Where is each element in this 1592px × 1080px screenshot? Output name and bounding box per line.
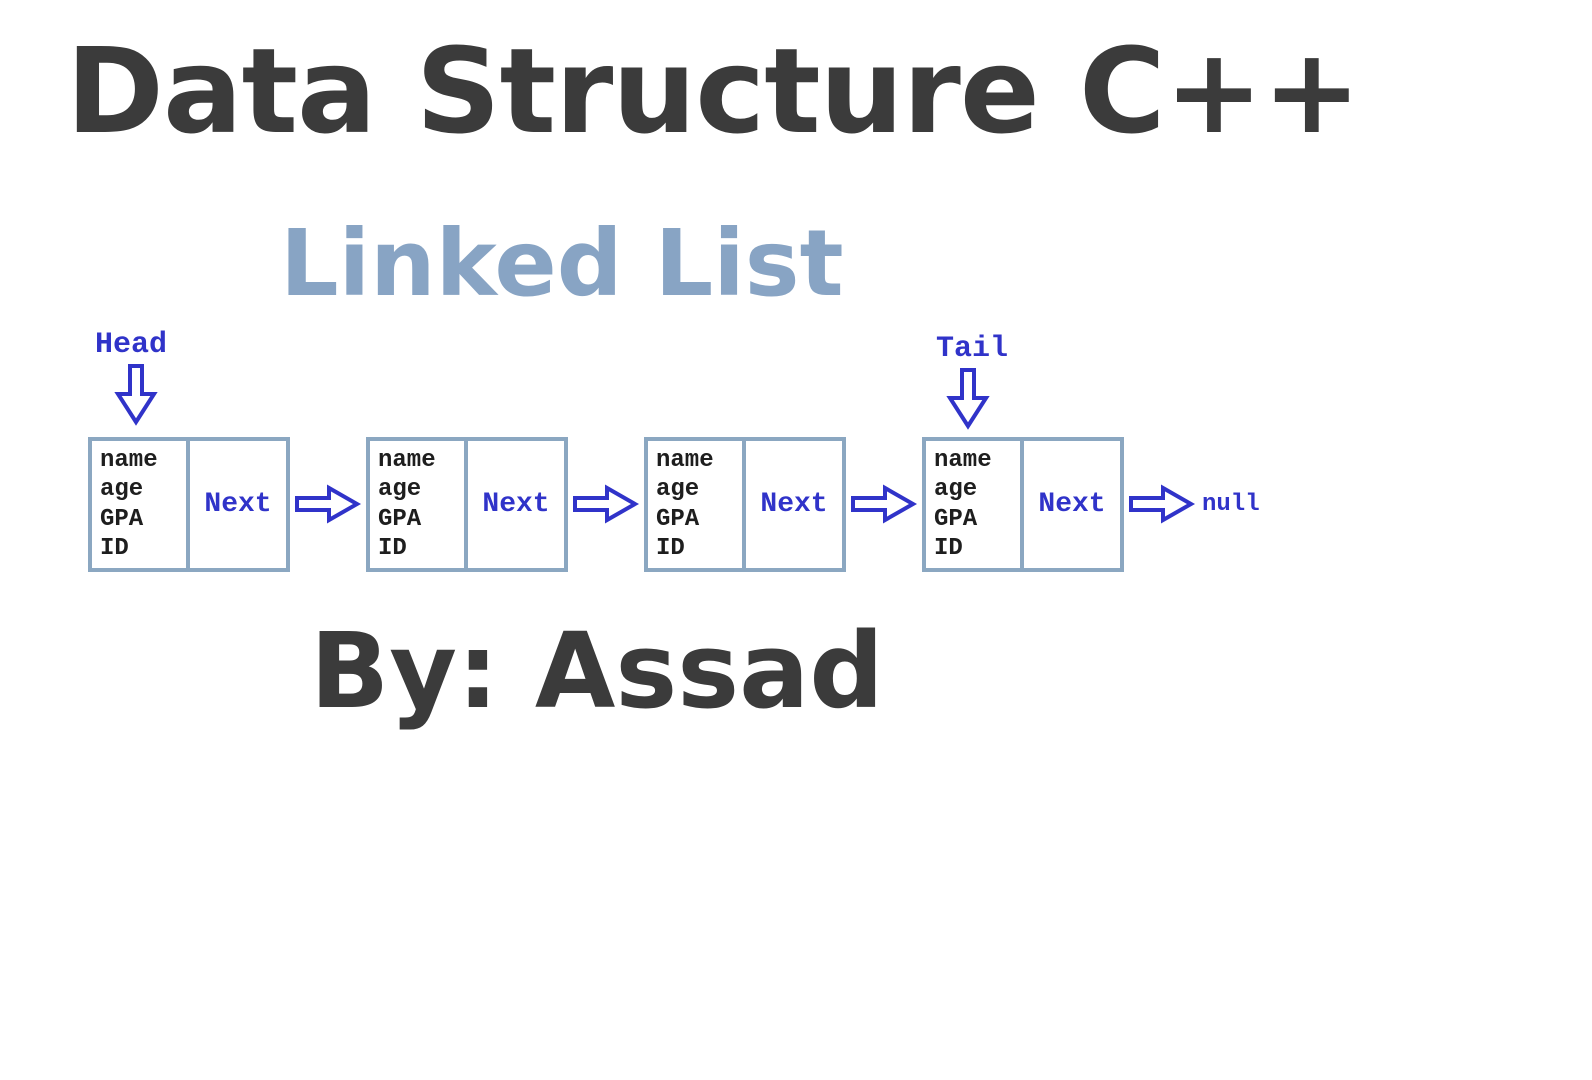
next-label: Next <box>482 489 549 520</box>
node-field: ID <box>378 535 458 563</box>
linked-list-row: name age GPA ID Next name age GPA ID <box>88 434 1260 574</box>
next-label: Next <box>204 489 271 520</box>
node-field: age <box>656 476 736 504</box>
node-next-cell: Next <box>190 437 290 572</box>
next-arrow-icon <box>848 484 920 524</box>
next-arrow-icon <box>292 484 364 524</box>
node-field: ID <box>100 535 180 563</box>
node-field: GPA <box>934 506 1014 534</box>
null-label: null <box>1202 491 1260 518</box>
next-arrow-icon <box>570 484 642 524</box>
node-field: name <box>378 447 458 475</box>
node-field: GPA <box>656 506 736 534</box>
node-field: ID <box>656 535 736 563</box>
page-title: Data Structure C++ <box>66 22 1360 160</box>
node-field: GPA <box>378 506 458 534</box>
tail-arrow-icon <box>948 368 988 426</box>
next-arrow-icon <box>1126 484 1198 524</box>
byline: By: Assad <box>310 610 884 732</box>
node-data-cell: name age GPA ID <box>366 437 468 572</box>
node-field: age <box>100 476 180 504</box>
node-field: name <box>934 447 1014 475</box>
tail-label: Tail <box>936 332 1008 366</box>
node-data-cell: name age GPA ID <box>922 437 1024 572</box>
next-label: Next <box>760 489 827 520</box>
page-subtitle: Linked List <box>280 210 844 317</box>
node-field: age <box>934 476 1014 504</box>
head-label: Head <box>95 328 167 362</box>
node-field: ID <box>934 535 1014 563</box>
next-label: Next <box>1038 489 1105 520</box>
node-next-cell: Next <box>468 437 568 572</box>
node-data-cell: name age GPA ID <box>644 437 746 572</box>
node-field: name <box>100 447 180 475</box>
node-next-cell: Next <box>1024 437 1124 572</box>
head-arrow-icon <box>116 364 156 422</box>
node-field: name <box>656 447 736 475</box>
node-field: GPA <box>100 506 180 534</box>
node-next-cell: Next <box>746 437 846 572</box>
diagram-canvas: Data Structure C++ Linked List Head Tail… <box>0 0 1592 1080</box>
list-node: name age GPA ID Next <box>922 437 1124 572</box>
list-node: name age GPA ID Next <box>644 437 846 572</box>
node-data-cell: name age GPA ID <box>88 437 190 572</box>
node-field: age <box>378 476 458 504</box>
list-node: name age GPA ID Next <box>88 437 290 572</box>
list-node: name age GPA ID Next <box>366 437 568 572</box>
